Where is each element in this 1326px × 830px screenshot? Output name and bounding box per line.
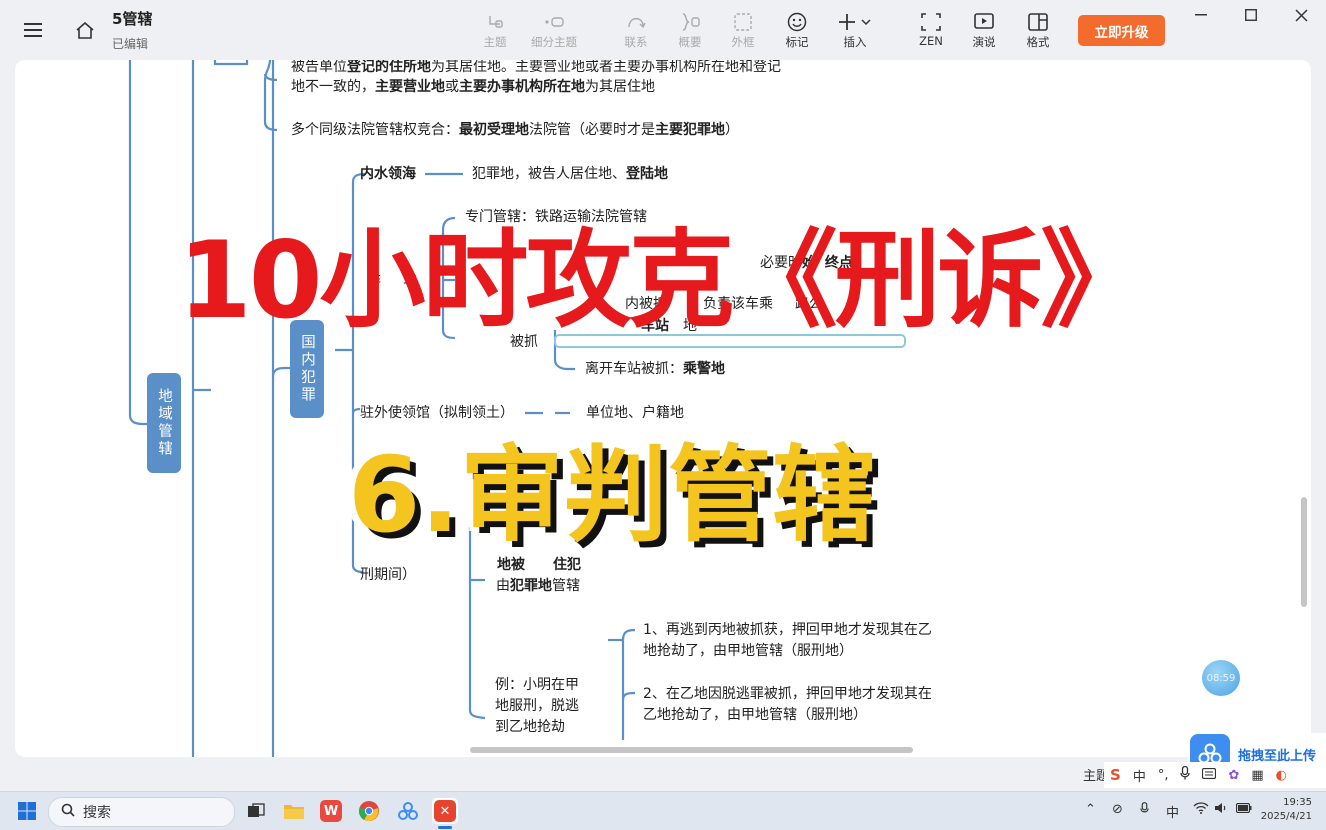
boundary-tool[interactable]: 外框 (717, 10, 769, 54)
timer-text: 08:59 (1206, 672, 1236, 684)
format-tool[interactable]: 格式 (1012, 10, 1064, 54)
system-clock[interactable]: 19:35 2025/4/21 (1261, 796, 1312, 824)
save-status: 已编辑 (112, 37, 149, 51)
zen-tool[interactable]: ZEN (905, 10, 957, 54)
inland-waters-detail[interactable]: 犯罪地，被告人居住地、登陆地 (472, 164, 668, 185)
subtopic-label: 细分主题 (531, 35, 577, 49)
concurrence-topic[interactable]: 多个同级法院管辖权竞合：最初受理地法院管（必要时才是主要犯罪地） (291, 120, 739, 141)
cloud-app-icon[interactable] (395, 798, 421, 824)
zen-icon (905, 10, 957, 34)
topic-icon (469, 10, 521, 34)
case-1-topic[interactable]: 1、再逃到丙地被抓获，押回甲地才发现其在乙 地抢劫了，由甲地管辖（服刑地） (643, 620, 932, 662)
relation-label: 联系 (624, 35, 648, 49)
topic-label: 主题 (483, 35, 507, 49)
marker-label: 标记 (785, 35, 809, 49)
vertical-scrollbar[interactable] (1301, 497, 1307, 607)
chapter-title: 6.审判管辖 (348, 434, 876, 556)
sentence-period-text: 刑期间） (360, 567, 416, 583)
grid-apps-icon[interactable]: ▦ (1251, 768, 1263, 783)
battery-icon[interactable] (1235, 802, 1252, 817)
play-icon (958, 10, 1010, 34)
zen-label: ZEN (919, 34, 943, 48)
format-label: 格式 (1026, 35, 1050, 49)
example-topic[interactable]: 例：小明在甲 地服刑，脱逃 到乙地抢劫 (495, 675, 579, 738)
top-bar: 5管辖 已编辑 主题 细分主题 联系 概要 外框 标记 插入 ZEN 演说 格式… (0, 0, 1326, 60)
document-title[interactable]: 5管辖 (112, 8, 152, 29)
relation-icon (610, 10, 662, 34)
taskbar-search[interactable]: 搜索 (48, 797, 235, 827)
wifi-icon[interactable] (1193, 802, 1209, 818)
file-explorer-icon[interactable] (281, 798, 307, 824)
microphone-icon[interactable] (1180, 765, 1191, 784)
menu-icon[interactable] (20, 18, 46, 42)
home-icon[interactable] (72, 18, 98, 42)
format-panel-icon (1012, 10, 1064, 34)
summary-tool[interactable]: 概要 (664, 10, 716, 54)
ime-lang[interactable]: 中 (1133, 766, 1146, 785)
volume-icon[interactable] (1214, 802, 1228, 818)
ime-toolbar: S 中 °, ✿ ▦ ◐ (1104, 762, 1326, 788)
horizontal-scrollbar[interactable] (470, 747, 913, 753)
windows-start-icon[interactable] (14, 798, 40, 824)
mindmap-canvas[interactable]: 被告单位登记的住所地为其居住地。主要营业地或者主要办事机构所在地和登记 地不一致… (15, 60, 1311, 757)
task-view-icon[interactable] (243, 798, 269, 824)
crime-place-topic[interactable]: 由犯罪地管辖 (496, 576, 580, 597)
text-line-2: 地不一致的，主要营业地或主要办事机构所在地为其居住地 (291, 79, 655, 95)
course-headline: 10小时攻克《刑诉》 (178, 219, 1147, 342)
search-icon (61, 803, 75, 821)
keyboard-icon[interactable] (1202, 767, 1217, 783)
search-placeholder: 搜索 (83, 805, 111, 821)
subtopic-icon (528, 10, 580, 34)
territorial-jurisdiction-node[interactable]: 地域管辖 (147, 373, 181, 473)
clock-date: 2025/4/21 (1260, 811, 1312, 822)
maximize-icon[interactable] (1238, 5, 1264, 25)
tray-ime-label[interactable]: 中 (1166, 802, 1179, 821)
upgrade-button[interactable]: 立即升级 (1078, 15, 1165, 46)
clock-time: 19:35 (1283, 797, 1312, 808)
tray-network-off-icon[interactable]: ⊘ (1112, 802, 1123, 817)
skin-icon[interactable]: ✿ (1228, 768, 1239, 783)
smiley-icon (771, 10, 823, 34)
tray-chevron-up-icon[interactable]: ⌃ (1085, 802, 1096, 817)
present-label: 演说 (972, 35, 996, 49)
marker-tool[interactable]: 标记 (771, 10, 823, 54)
wps-office-icon[interactable]: W (318, 798, 344, 824)
territorial-label: 地域管辖 (156, 388, 172, 458)
ime-punct-icon[interactable]: °, (1158, 768, 1169, 783)
present-tool[interactable]: 演说 (958, 10, 1010, 54)
boundary-label: 外框 (731, 35, 755, 49)
plus-icon (829, 10, 881, 34)
close-icon[interactable] (1288, 5, 1314, 25)
insert-label: 插入 (843, 35, 867, 49)
summary-label: 概要 (678, 35, 702, 49)
upload-label: 拖拽至此上传 (1238, 748, 1317, 764)
topic-tool[interactable]: 主题 (469, 10, 521, 54)
minimize-icon[interactable] (1188, 5, 1214, 25)
timer-bubble[interactable]: 08:59 (1202, 660, 1240, 696)
embassy-topic[interactable]: 驻外使领馆（拟制领土） (360, 403, 514, 424)
xmind-app-icon[interactable]: ✕ (432, 798, 458, 824)
inland-waters-topic[interactable]: 内水领海 (360, 164, 416, 185)
summary-brace-icon (664, 10, 716, 34)
text-line-1: 被告单位登记的住所地为其居住地。主要营业地或者主要办事机构所在地和登记 (291, 60, 781, 75)
insert-tool[interactable]: 插入 (829, 10, 881, 54)
boundary-icon (717, 10, 769, 34)
subtopic-tool[interactable]: 细分主题 (528, 10, 580, 54)
sogou-logo-icon[interactable]: S (1110, 766, 1121, 784)
taskbar: 搜索 W ✕ ⌃ ⊘ 中 19:35 2025/4/21 (0, 791, 1326, 830)
case-2-topic[interactable]: 2、在乙地因脱逃罪被抓，押回甲地才发现其在 乙地抢劫了，由甲地管辖（服刑地） (643, 684, 932, 726)
relation-tool[interactable]: 联系 (610, 10, 662, 54)
mascot-icon[interactable]: ◐ (1276, 768, 1287, 783)
tray-mic-icon[interactable] (1140, 802, 1149, 819)
chrome-icon[interactable] (356, 798, 382, 824)
embassy-detail[interactable]: 单位地、户籍地 (586, 403, 684, 424)
leave-station-topic[interactable]: 离开车站被抓：乘警地 (585, 359, 725, 380)
